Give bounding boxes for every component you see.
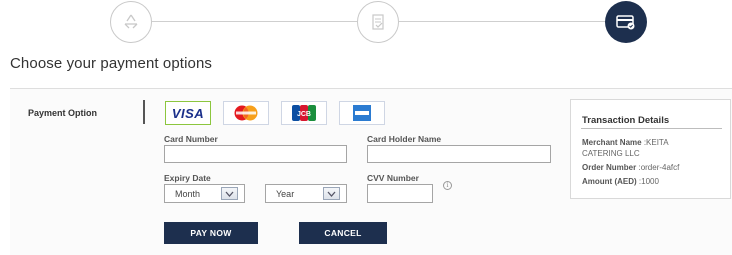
amex-logo-icon — [353, 105, 371, 121]
month-select-value: Month — [175, 189, 201, 199]
page-title: Choose your payment options — [10, 55, 212, 72]
credit-card-check-icon — [616, 15, 635, 30]
card-tab-mastercard[interactable] — [223, 101, 269, 125]
order-number-value: :order-4afcf — [638, 163, 680, 172]
chevron-down-icon — [323, 187, 340, 200]
card-tab-amex[interactable] — [339, 101, 385, 125]
document-check-icon — [372, 14, 384, 30]
info-icon[interactable]: i — [443, 181, 452, 190]
svg-text:JCB: JCB — [297, 111, 311, 118]
payment-option-label: Payment Option — [28, 108, 98, 118]
card-number-label: Card Number — [164, 134, 218, 144]
cancel-button[interactable]: CANCEL — [299, 222, 387, 244]
merchant-name-value-cont: CATERING LLC — [582, 149, 640, 158]
step-connector — [399, 21, 605, 22]
merchant-name-label: Merchant Name — [582, 138, 642, 147]
merchant-name-value: :KEITA — [643, 138, 669, 147]
card-holder-input[interactable] — [367, 145, 551, 163]
chevron-down-icon — [221, 187, 238, 200]
amount-row: Amount (AED) :1000 — [582, 176, 659, 187]
recycle-icon — [124, 14, 138, 29]
step-connector — [152, 21, 357, 22]
jcb-logo-icon: JCB — [292, 105, 316, 121]
step-1-completed — [110, 1, 152, 43]
progress-stepper — [0, 0, 732, 46]
cvv-label: CVV Number — [367, 173, 419, 183]
order-number-row: Order Number :order-4afcf — [582, 162, 679, 173]
amount-label: Amount (AED) — [582, 177, 637, 186]
step-3-active — [605, 1, 647, 43]
cvv-input[interactable] — [367, 184, 433, 203]
pay-now-button[interactable]: PAY NOW — [164, 222, 258, 244]
vertical-divider — [143, 100, 145, 124]
transaction-details-box: Transaction Details Merchant Name :KEITA… — [570, 99, 731, 199]
step-2-completed — [357, 1, 399, 43]
transaction-details-title: Transaction Details — [582, 115, 670, 126]
card-number-input[interactable] — [164, 145, 347, 163]
merchant-name-row: Merchant Name :KEITA CATERING LLC — [582, 137, 669, 159]
card-holder-label: Card Holder Name — [367, 134, 442, 144]
mastercard-logo-icon — [234, 105, 258, 121]
visa-logo: VISA — [171, 105, 205, 121]
expiry-date-label: Expiry Date — [164, 173, 211, 183]
expiry-month-select[interactable]: Month — [164, 184, 245, 203]
card-tab-visa[interactable]: VISA — [165, 101, 211, 125]
year-select-value: Year — [276, 189, 295, 199]
expiry-year-select[interactable]: Year — [265, 184, 347, 203]
order-number-label: Order Number — [582, 163, 637, 172]
divider — [581, 128, 722, 129]
card-tab-jcb[interactable]: JCB — [281, 101, 327, 125]
amount-value: :1000 — [638, 177, 659, 186]
